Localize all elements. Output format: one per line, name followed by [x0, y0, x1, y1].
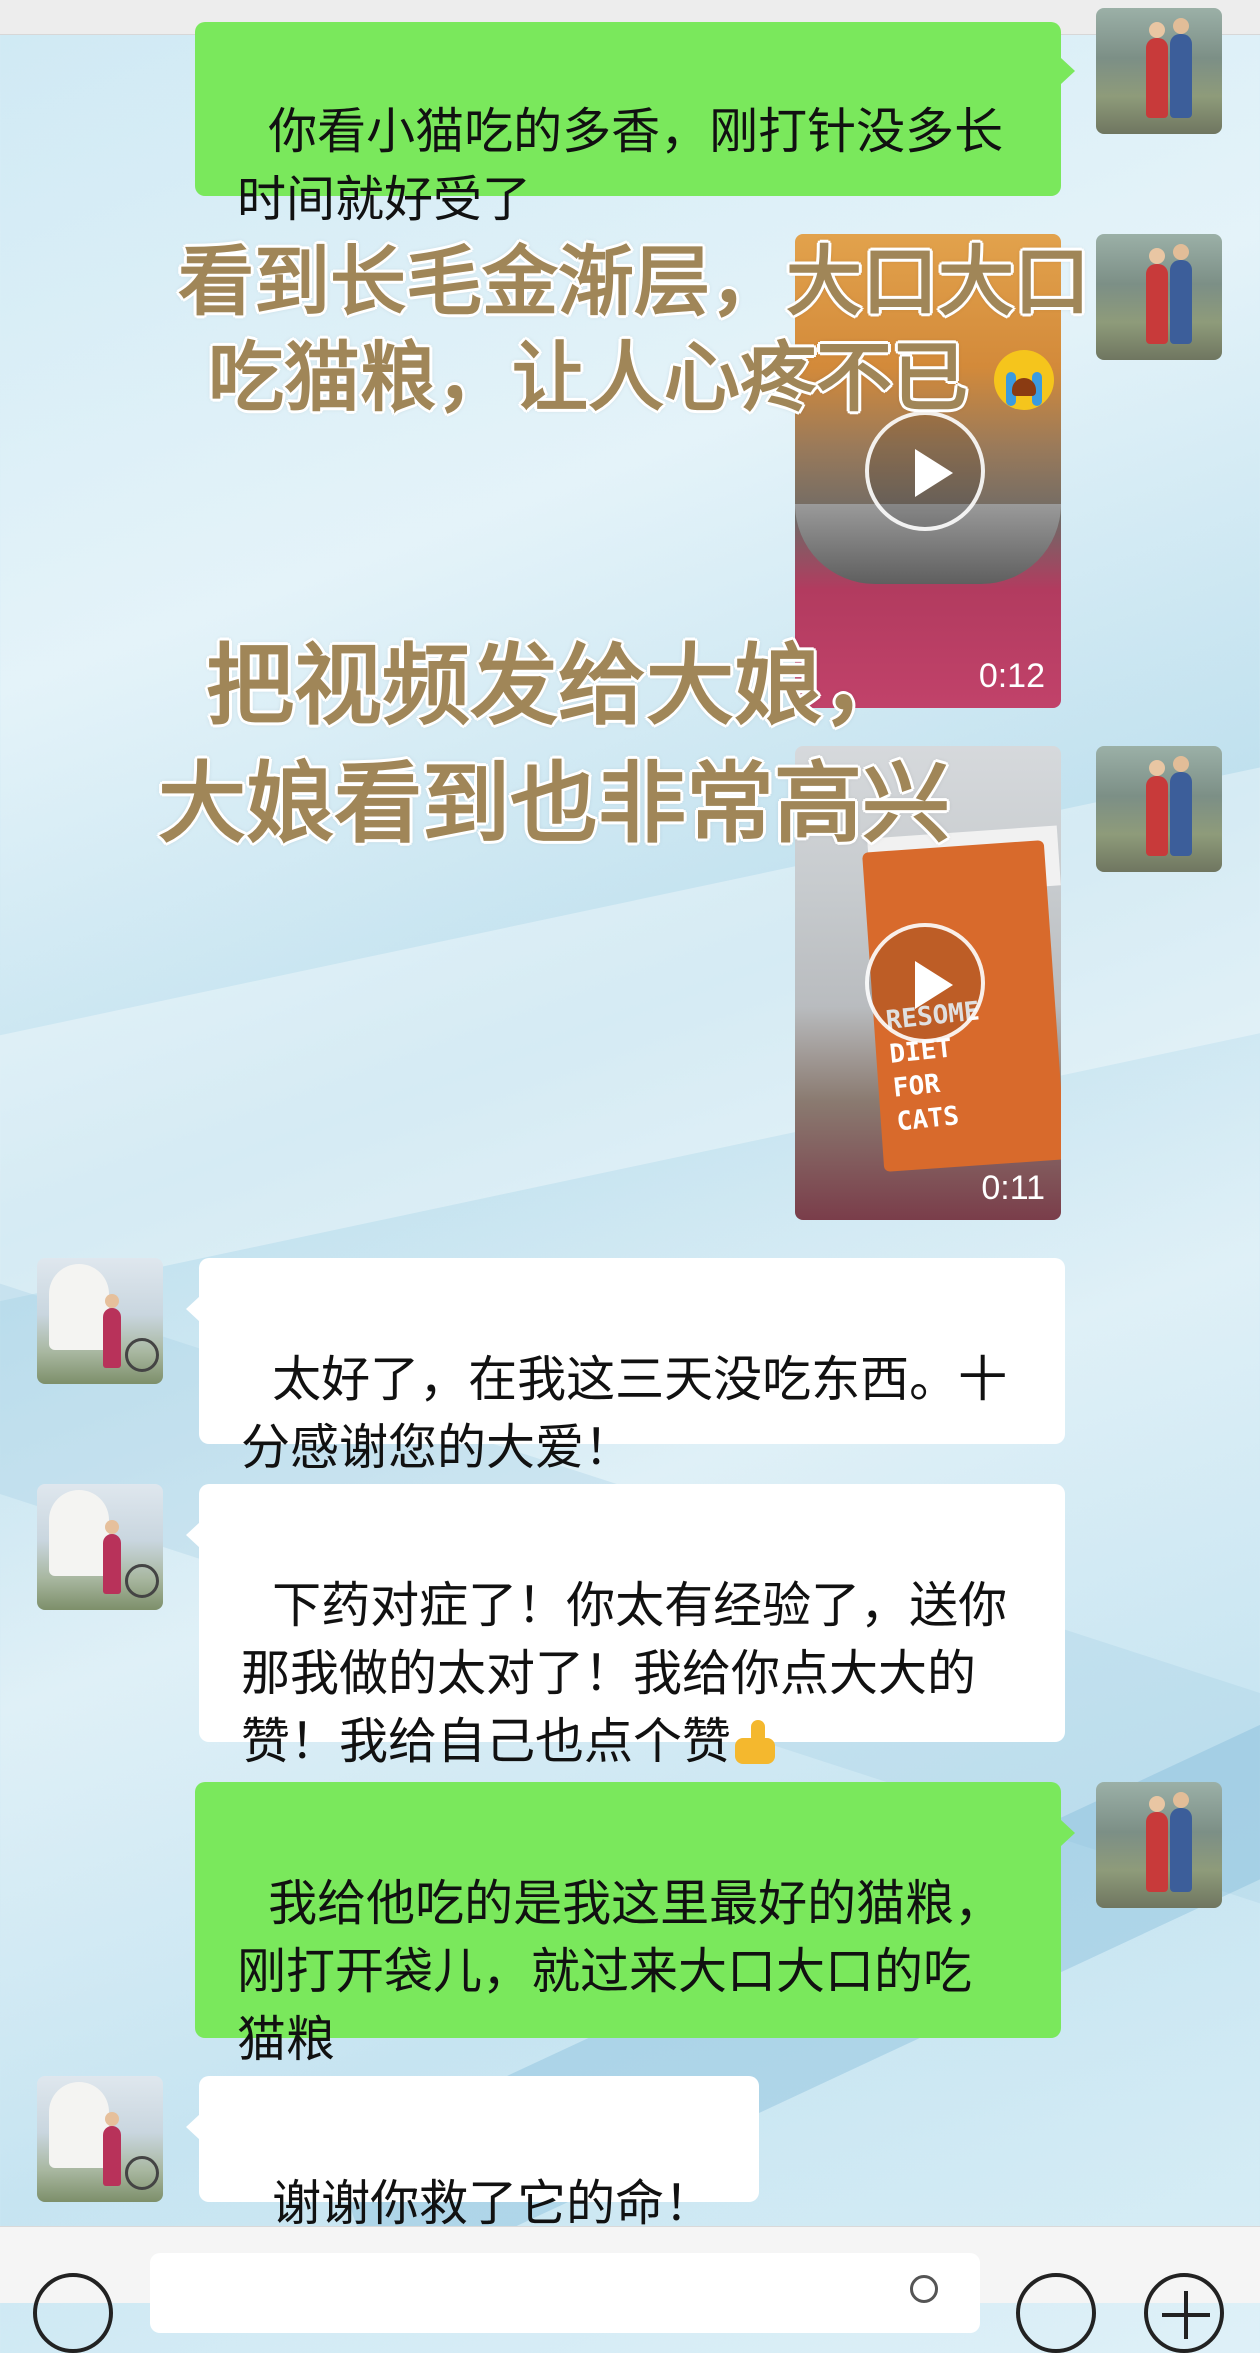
- caption-line: 吃猫粮，让人心疼不已: [208, 333, 968, 422]
- caption-line: 大娘看到也非常高兴: [158, 752, 951, 855]
- message-text: 我给他吃的是我这里最好的猫粮， 刚打开袋儿，就过来大口大口的吃 猫粮: [237, 1875, 1004, 2068]
- message-text: 你看小猫吃的多香，刚打针没多长 时间就好受了: [237, 103, 1004, 228]
- play-icon[interactable]: [865, 923, 985, 1043]
- emoji-icon[interactable]: [1016, 2273, 1096, 2353]
- message-bubble-other[interactable]: 太好了，在我这三天没吃东西。十 分感谢您的大爱！: [199, 1258, 1065, 1476]
- thumbs-up-emoji-icon: [731, 1718, 779, 1766]
- message-text: 太好了，在我这三天没吃东西。十 分感谢您的大爱！: [241, 1351, 1008, 1476]
- self-avatar[interactable]: [1096, 746, 1222, 872]
- voice-icon[interactable]: [33, 2273, 113, 2353]
- play-icon[interactable]: [865, 411, 985, 531]
- contact-avatar[interactable]: [37, 1258, 163, 1384]
- chat-input-bar: [0, 2226, 1260, 2353]
- caption-line: 看到长毛金渐层，大口大口: [178, 237, 1090, 326]
- contact-avatar[interactable]: [37, 2076, 163, 2202]
- contact-avatar[interactable]: [37, 1484, 163, 1610]
- bubble-tail: [186, 2114, 200, 2140]
- overlay-caption: 大娘看到也非常高兴: [158, 754, 950, 854]
- bubble-tail: [186, 1296, 200, 1322]
- bubble-tail: [1061, 58, 1075, 84]
- message-bubble-self[interactable]: 我给他吃的是我这里最好的猫粮， 刚打开袋儿，就过来大口大口的吃 猫粮: [195, 1782, 1061, 2068]
- overlay-caption: 把视频发给大娘，: [206, 636, 910, 736]
- crying-emoji-icon: [994, 350, 1055, 410]
- self-avatar[interactable]: [1096, 234, 1222, 360]
- video-duration: 0:11: [981, 1169, 1045, 1207]
- plus-icon[interactable]: [1144, 2273, 1224, 2353]
- message-bubble-other[interactable]: 谢谢你救了它的命！: [199, 2076, 759, 2232]
- overlay-caption: 看到长毛金渐层，大口大口: [178, 234, 1090, 330]
- self-avatar[interactable]: [1096, 1782, 1222, 1908]
- message-text: 谢谢你救了它的命！: [272, 2175, 714, 2232]
- self-avatar[interactable]: [1096, 8, 1222, 134]
- message-bubble-other[interactable]: 下药对症了！你太有经验了，送你 那我做的太对了！我给你点大大的 赞！我给自己也点…: [199, 1484, 1065, 1770]
- mic-icon[interactable]: [910, 2275, 938, 2303]
- bubble-tail: [1061, 1820, 1075, 1846]
- video-duration: 0:12: [978, 657, 1045, 695]
- caption-line: 把视频发给大娘，: [206, 634, 911, 737]
- message-bubble-self[interactable]: 你看小猫吃的多香，刚打针没多长 时间就好受了: [195, 22, 1061, 228]
- message-input[interactable]: [150, 2253, 980, 2333]
- bubble-tail: [186, 1522, 200, 1548]
- message-text: 下药对症了！你太有经验了，送你 那我做的太对了！我给你点大大的 赞！我给自己也点…: [241, 1577, 1008, 1770]
- overlay-caption: 吃猫粮，让人心疼不已: [208, 330, 1055, 426]
